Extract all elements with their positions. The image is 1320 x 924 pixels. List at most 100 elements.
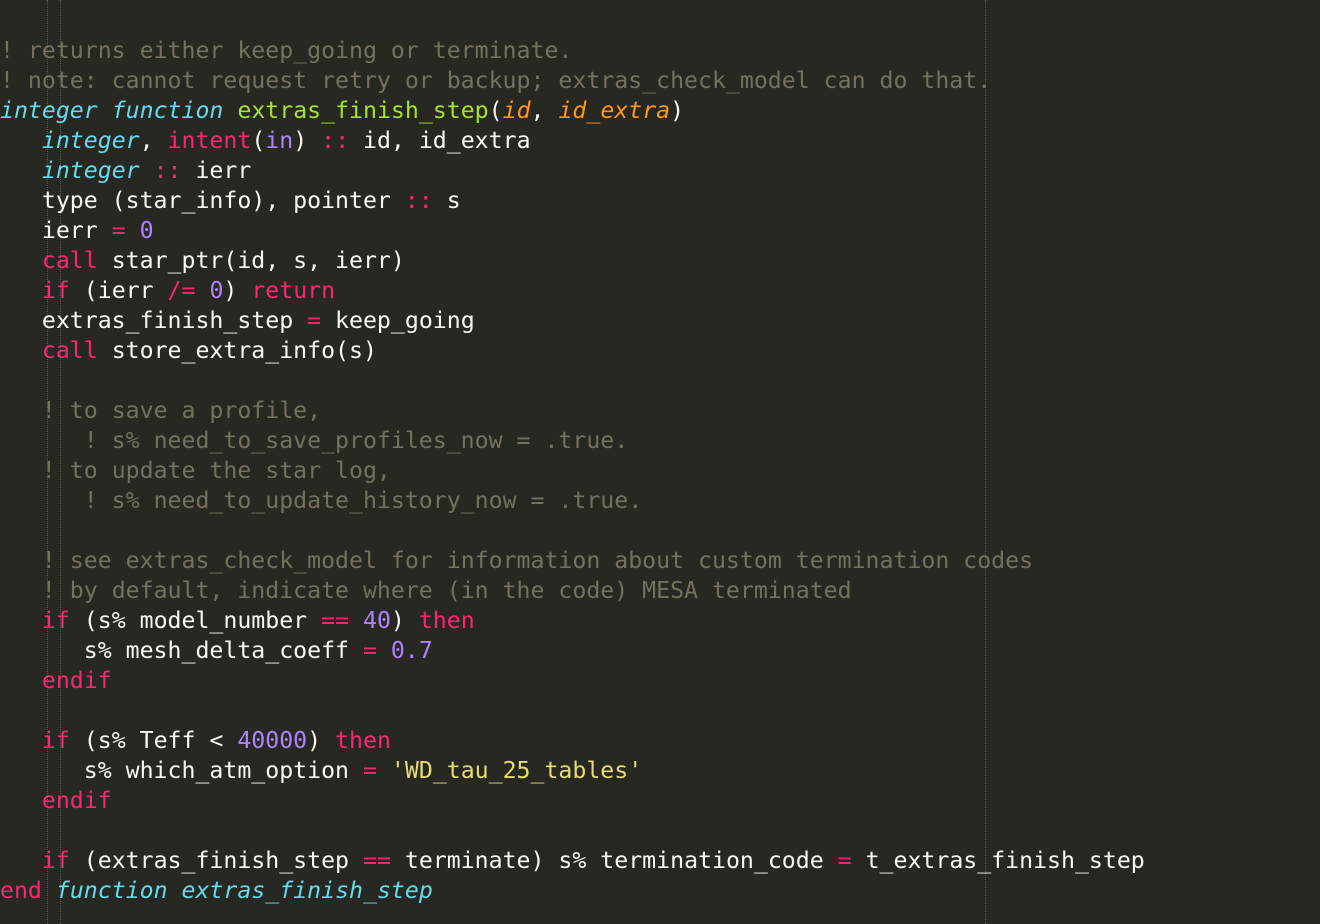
code-line[interactable] bbox=[0, 816, 1145, 846]
plain-text: keep_going bbox=[321, 307, 475, 334]
plain-text bbox=[0, 427, 84, 454]
code-line[interactable]: extras_finish_step = keep_going bbox=[0, 306, 1145, 336]
comment: ! by default, indicate where (in the cod… bbox=[41, 577, 852, 604]
function-name: extras_finish_step bbox=[237, 97, 489, 124]
number: 40000 bbox=[237, 727, 308, 754]
code-line[interactable]: if (ierr /= 0) return bbox=[0, 276, 1145, 306]
code-line[interactable]: endif bbox=[0, 786, 1145, 816]
plain-text bbox=[42, 877, 56, 904]
code-lines[interactable]: ! returns either keep_going or terminate… bbox=[0, 36, 1145, 906]
comment: ! s% need_to_update_history_now = .true. bbox=[83, 487, 643, 514]
code-line[interactable] bbox=[0, 516, 1145, 546]
plain-text: star_ptr(id, s, ierr) bbox=[97, 247, 405, 274]
plain-text: (ierr bbox=[69, 277, 168, 304]
plain-text: ) bbox=[670, 97, 685, 124]
type-token: extras_finish_step bbox=[181, 877, 433, 904]
type-token: integer bbox=[41, 157, 140, 184]
code-line[interactable]: s% mesh_delta_coeff = 0.7 bbox=[0, 636, 1145, 666]
plain-text: ( bbox=[251, 127, 266, 154]
code-line[interactable]: if (s% Teff < 40000) then bbox=[0, 726, 1145, 756]
code-line[interactable]: ! returns either keep_going or terminate… bbox=[0, 36, 1145, 66]
code-line[interactable]: integer :: ierr bbox=[0, 156, 1145, 186]
argument: id bbox=[502, 97, 531, 124]
plain-text bbox=[0, 397, 42, 424]
code-line[interactable]: integer function extras_finish_step(id, … bbox=[0, 96, 1145, 126]
keyword: then bbox=[335, 727, 391, 754]
keyword: if bbox=[41, 847, 70, 874]
plain-text: ) bbox=[293, 127, 322, 154]
keyword: = bbox=[111, 217, 126, 244]
plain-text: ) bbox=[223, 277, 252, 304]
plain-text: ierr bbox=[0, 217, 112, 244]
keyword: /= bbox=[167, 277, 196, 304]
keyword: endif bbox=[41, 787, 112, 814]
code-line[interactable]: call star_ptr(id, s, ierr) bbox=[0, 246, 1145, 276]
code-line[interactable]: ierr = 0 bbox=[0, 216, 1145, 246]
plain-text bbox=[0, 277, 42, 304]
plain-text bbox=[0, 337, 42, 364]
plain-text: , bbox=[139, 127, 168, 154]
code-editor[interactable]: ! returns either keep_going or terminate… bbox=[0, 0, 1320, 924]
comment: ! s% need_to_save_profiles_now = .true. bbox=[83, 427, 629, 454]
code-line[interactable]: if (s% model_number == 40) then bbox=[0, 606, 1145, 636]
number: in bbox=[265, 127, 294, 154]
keyword: return bbox=[251, 277, 336, 304]
code-line[interactable]: ! by default, indicate where (in the cod… bbox=[0, 576, 1145, 606]
comment: ! to save a profile, bbox=[41, 397, 322, 424]
code-line[interactable]: call store_extra_info(s) bbox=[0, 336, 1145, 366]
code-line[interactable] bbox=[0, 696, 1145, 726]
keyword: :: bbox=[404, 187, 433, 214]
comment: ! see extras_check_model for information… bbox=[41, 547, 1034, 574]
keyword: == bbox=[321, 607, 350, 634]
keyword: then bbox=[418, 607, 475, 634]
plain-text bbox=[223, 97, 237, 124]
type-token: integer bbox=[0, 97, 98, 124]
plain-text bbox=[0, 487, 84, 514]
keyword: :: bbox=[153, 157, 182, 184]
plain-text: ) bbox=[307, 727, 336, 754]
argument: id_extra bbox=[558, 97, 671, 124]
keyword: == bbox=[362, 847, 391, 874]
plain-text bbox=[377, 757, 391, 784]
type-token: integer bbox=[41, 127, 140, 154]
keyword: if bbox=[41, 607, 70, 634]
number: 0.7 bbox=[390, 637, 433, 664]
code-line[interactable]: s% which_atm_option = 'WD_tau_25_tables' bbox=[0, 756, 1145, 786]
keyword: = bbox=[362, 637, 377, 664]
number: 0 bbox=[209, 277, 224, 304]
plain-text: t_extras_finish_step bbox=[851, 847, 1145, 874]
code-line[interactable]: ! note: cannot request retry or backup; … bbox=[0, 66, 1145, 96]
plain-text bbox=[126, 217, 140, 244]
code-line[interactable]: endif bbox=[0, 666, 1145, 696]
code-line[interactable]: type (star_info), pointer :: s bbox=[0, 186, 1145, 216]
code-line[interactable]: ! s% need_to_save_profiles_now = .true. bbox=[0, 426, 1145, 456]
plain-text: s% mesh_delta_coeff bbox=[0, 637, 363, 664]
plain-text bbox=[377, 637, 391, 664]
plain-text bbox=[195, 277, 209, 304]
plain-text: (s% model_number bbox=[69, 607, 322, 634]
keyword: call bbox=[41, 337, 98, 364]
code-line[interactable]: ! see extras_check_model for information… bbox=[0, 546, 1145, 576]
comment: ! returns either keep_going or terminate… bbox=[0, 37, 573, 64]
plain-text: type (star_info), pointer bbox=[0, 187, 405, 214]
code-line[interactable]: ! s% need_to_update_history_now = .true. bbox=[0, 486, 1145, 516]
plain-text bbox=[0, 457, 42, 484]
keyword: endif bbox=[41, 667, 112, 694]
code-line[interactable]: end function extras_finish_step bbox=[0, 876, 1145, 906]
keyword: if bbox=[41, 727, 70, 754]
number: 0 bbox=[139, 217, 154, 244]
keyword: if bbox=[41, 277, 70, 304]
keyword: = bbox=[362, 757, 377, 784]
code-line[interactable]: if (extras_finish_step == terminate) s% … bbox=[0, 846, 1145, 876]
plain-text: store_extra_info(s) bbox=[97, 337, 377, 364]
code-line[interactable]: ! to update the star log, bbox=[0, 456, 1145, 486]
plain-text bbox=[0, 577, 42, 604]
code-line[interactable]: ! to save a profile, bbox=[0, 396, 1145, 426]
plain-text bbox=[0, 607, 42, 634]
plain-text: , bbox=[530, 97, 559, 124]
type-token: function bbox=[111, 97, 224, 124]
code-line[interactable] bbox=[0, 366, 1145, 396]
plain-text: s% which_atm_option bbox=[0, 757, 363, 784]
plain-text bbox=[0, 667, 42, 694]
code-line[interactable]: integer, intent(in) :: id, id_extra bbox=[0, 126, 1145, 156]
